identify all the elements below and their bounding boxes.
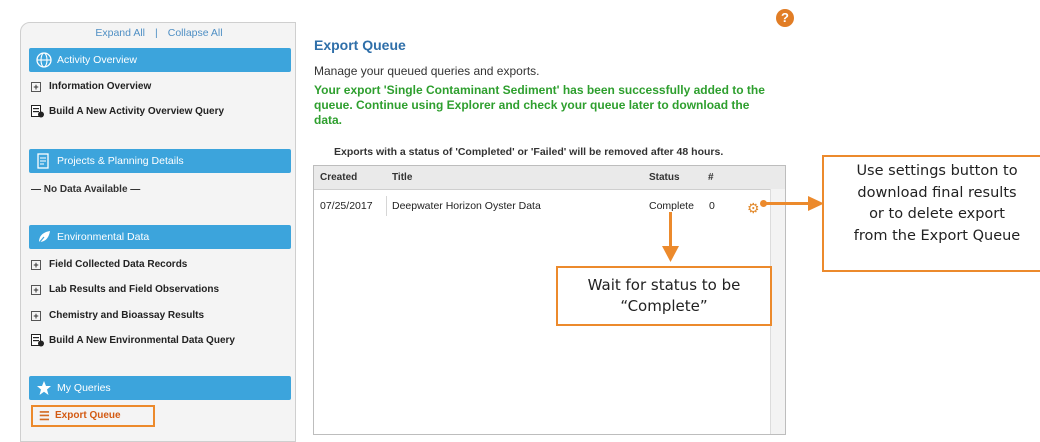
section-title: Environmental Data [57,231,150,243]
callout-line: Wait for status to be [587,276,741,294]
column-divider [386,196,387,216]
expand-collapse-separator: | [155,27,158,39]
callout-line: from the Export Queue [853,227,1021,244]
sidebar-item-information-overview[interactable]: + Information Overview [31,81,151,92]
star-icon [37,381,51,395]
sidebar-item-label: Build A New Environmental Data Query [49,335,235,346]
leaf-icon [37,231,50,245]
collapse-all-link[interactable]: Collapse All [168,27,223,39]
table-row: 07/25/2017 Deepwater Horizon Oyster Data… [314,196,769,216]
section-my-queries[interactable]: My Queries [29,376,291,400]
query-builder-icon [31,105,44,118]
sidebar-item-label: Information Overview [49,81,152,92]
section-title: My Queries [57,382,111,394]
status-arrow-line [669,212,672,248]
cell-status: Complete [649,200,694,212]
sidebar-item-build-activity-query[interactable]: Build A New Activity Overview Query [31,105,224,118]
cell-title: Deepwater Horizon Oyster Data [392,200,541,212]
plus-box-icon: + [31,259,41,270]
column-header-count[interactable]: # [708,172,714,183]
settings-callout: Use settings button to download final re… [822,155,1040,272]
plus-box-icon: + [31,310,41,321]
section-activity-overview[interactable]: Activity Overview [29,48,291,72]
sidebar-item-label: Export Queue [55,410,121,421]
sidebar-item-field-collected[interactable]: + Field Collected Data Records [31,259,187,270]
section-title: Projects & Planning Details [57,155,184,167]
cell-created: 07/25/2017 [320,200,373,212]
sidebar-item-label: Lab Results and Field Observations [49,284,220,295]
table-header: Created Title Status # [314,166,785,190]
document-icon [37,153,49,169]
column-header-created[interactable]: Created [320,172,357,183]
callout-line: download final results [857,184,1017,201]
sidebar-item-label: Chemistry and Bioassay Results [49,310,205,321]
removal-notice: Exports with a status of 'Completed' or … [334,146,724,158]
globe-icon [36,52,52,68]
status-arrow-head-icon [662,246,679,262]
expand-all-link[interactable]: Expand All [95,27,145,39]
sidebar-item-export-queue[interactable]: ☰ Export Queue [31,405,155,427]
section-environmental-data[interactable]: Environmental Data [29,225,291,249]
gear-icon[interactable]: ⚙ [747,200,760,217]
section-title: Activity Overview [57,54,137,66]
sidebar-item-chemistry-bioassay[interactable]: + Chemistry and Bioassay Results [31,310,204,321]
plus-box-icon: + [31,284,41,295]
success-message: Your export 'Single Contaminant Sediment… [314,83,765,127]
sidebar-item-label: Build A New Activity Overview Query [49,106,225,117]
expand-collapse-bar: Expand All | Collapse All [21,27,297,39]
help-icon[interactable]: ? [776,9,794,27]
callout-line: Use settings button to [856,163,1018,179]
sidebar: Expand All | Collapse All Activity Overvie… [20,22,296,442]
no-data-text: — No Data Available — [31,184,141,195]
cell-count: 0 [709,200,715,212]
sidebar-item-label: Field Collected Data Records [49,259,188,270]
settings-arrow-dot-icon [760,200,767,207]
page-title: Export Queue [314,37,406,53]
settings-arrow-line [766,202,812,205]
status-callout: Wait for status to be “Complete” [556,266,772,326]
callout-line: “Complete” [620,297,708,315]
column-header-title[interactable]: Title [392,172,412,183]
query-builder-icon [31,334,44,347]
table-scrollbar[interactable] [770,189,785,434]
callout-line: or to delete export [869,206,1005,222]
plus-box-icon: + [31,81,41,92]
column-header-status[interactable]: Status [649,172,680,183]
sidebar-item-lab-results[interactable]: + Lab Results and Field Observations [31,284,219,295]
section-projects-planning[interactable]: Projects & Planning Details [29,149,291,173]
list-icon: ☰ [39,409,50,423]
page-subtitle: Manage your queued queries and exports. [314,64,540,78]
sidebar-item-build-environmental-query[interactable]: Build A New Environmental Data Query [31,334,235,347]
